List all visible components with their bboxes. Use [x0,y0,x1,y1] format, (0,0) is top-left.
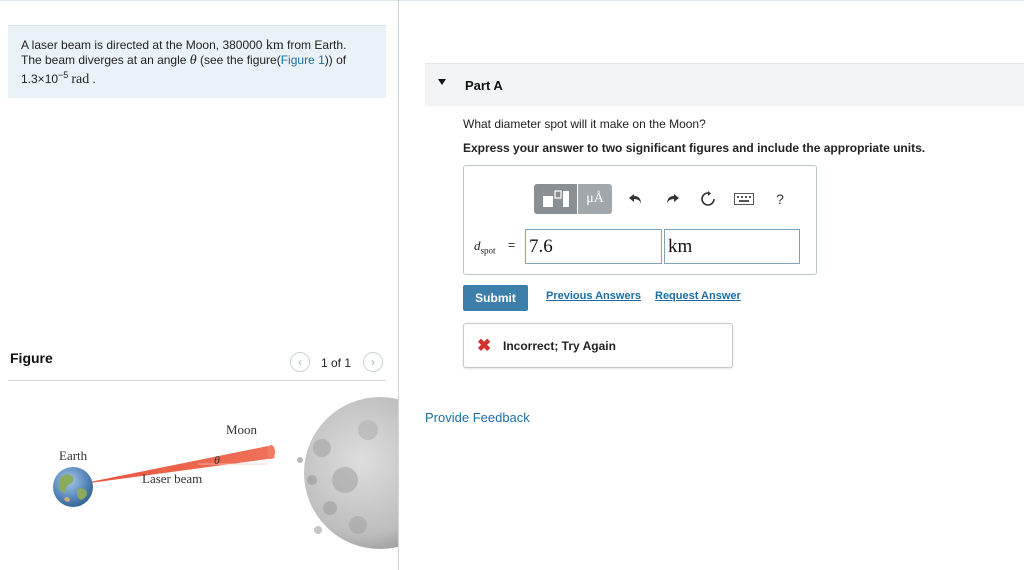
problem-line-3: 1.3×10−5 rad . [21,68,386,87]
previous-answers-link[interactable]: Previous Answers [546,290,641,302]
redo-icon [667,194,679,204]
problem-line-2: The beam diverges at an angle θ (see the… [21,53,386,68]
chevron-right-icon: › [371,355,375,369]
question-text: What diameter spot will it make on the M… [463,117,706,131]
problem-text: The beam diverges at an angle [21,53,190,67]
feedback-text: Incorrect; Try Again [503,339,616,353]
feedback-box: ✖ Incorrect; Try Again [463,323,733,368]
angle-unit: rad [71,72,90,87]
answer-variable: dspot [474,238,496,256]
help-button[interactable]: ? [768,184,792,214]
reset-icon [701,191,715,206]
figure-title: Figure [10,350,53,366]
template-icon [542,190,569,207]
template-button[interactable] [534,184,577,214]
keyboard-button[interactable] [732,184,756,214]
problem-line-1: A laser beam is directed at the Moon, 38… [21,38,386,53]
earth-icon [53,467,93,507]
problem-text: A laser beam is directed at the Moon, 38… [21,38,266,52]
part-a-header[interactable]: Part A [425,63,1024,106]
undo-icon [629,194,641,204]
redo-button[interactable] [660,184,684,214]
help-icon: ? [776,191,784,207]
moon-label: Moon [226,422,258,437]
earth-label: Earth [59,448,88,463]
value-input[interactable]: 7.6 [525,229,662,264]
problem-text: (see the figure( [196,53,281,67]
moon-icon [297,397,398,549]
column-divider [398,0,399,570]
unit-input[interactable]: km [664,229,800,264]
units-label: μÅ [586,191,604,206]
problem-text: )) of [324,53,347,67]
laser-beam-label: Laser beam [142,471,202,486]
period: . [89,72,96,86]
pager-prev-button[interactable]: ‹ [290,352,310,372]
caret-down-icon[interactable] [438,79,446,85]
keyboard-icon [734,193,754,205]
equals-sign: = [508,238,516,252]
figure-link[interactable]: Figure 1 [281,53,325,67]
angle-value: 1.3×10 [21,72,59,86]
figure-header: Figure ‹ 1 of 1 › [8,350,386,381]
problem-statement: A laser beam is directed at the Moon, 38… [8,25,386,98]
chevron-left-icon: ‹ [298,355,302,369]
beam-spot [267,445,275,459]
x-icon: ✖ [477,336,492,355]
part-a-title: Part A [465,78,503,93]
request-answer-link[interactable]: Request Answer [655,290,741,302]
instruction-text: Express your answer to two significant f… [463,141,926,155]
top-border [0,0,1024,1]
submit-button[interactable]: Submit [463,285,528,311]
figure-image: Earth Moon Laser beam θ [53,397,398,549]
provide-feedback-link[interactable]: Provide Feedback [425,410,530,425]
units-button[interactable]: μÅ [578,184,612,214]
variable-subscript: spot [480,245,496,256]
theta-symbol: θ [189,53,197,68]
distance-unit: km [265,38,284,53]
theta-label: θ [214,453,220,467]
pager-text: 1 of 1 [321,356,352,370]
problem-text: from Earth. [283,38,347,52]
reset-button[interactable] [696,184,720,214]
answer-box: μÅ ? dspot = 7.6 km [463,165,817,275]
pager-next-button[interactable]: › [363,352,383,372]
angle-exponent: −5 [58,70,69,80]
undo-button[interactable] [624,184,648,214]
